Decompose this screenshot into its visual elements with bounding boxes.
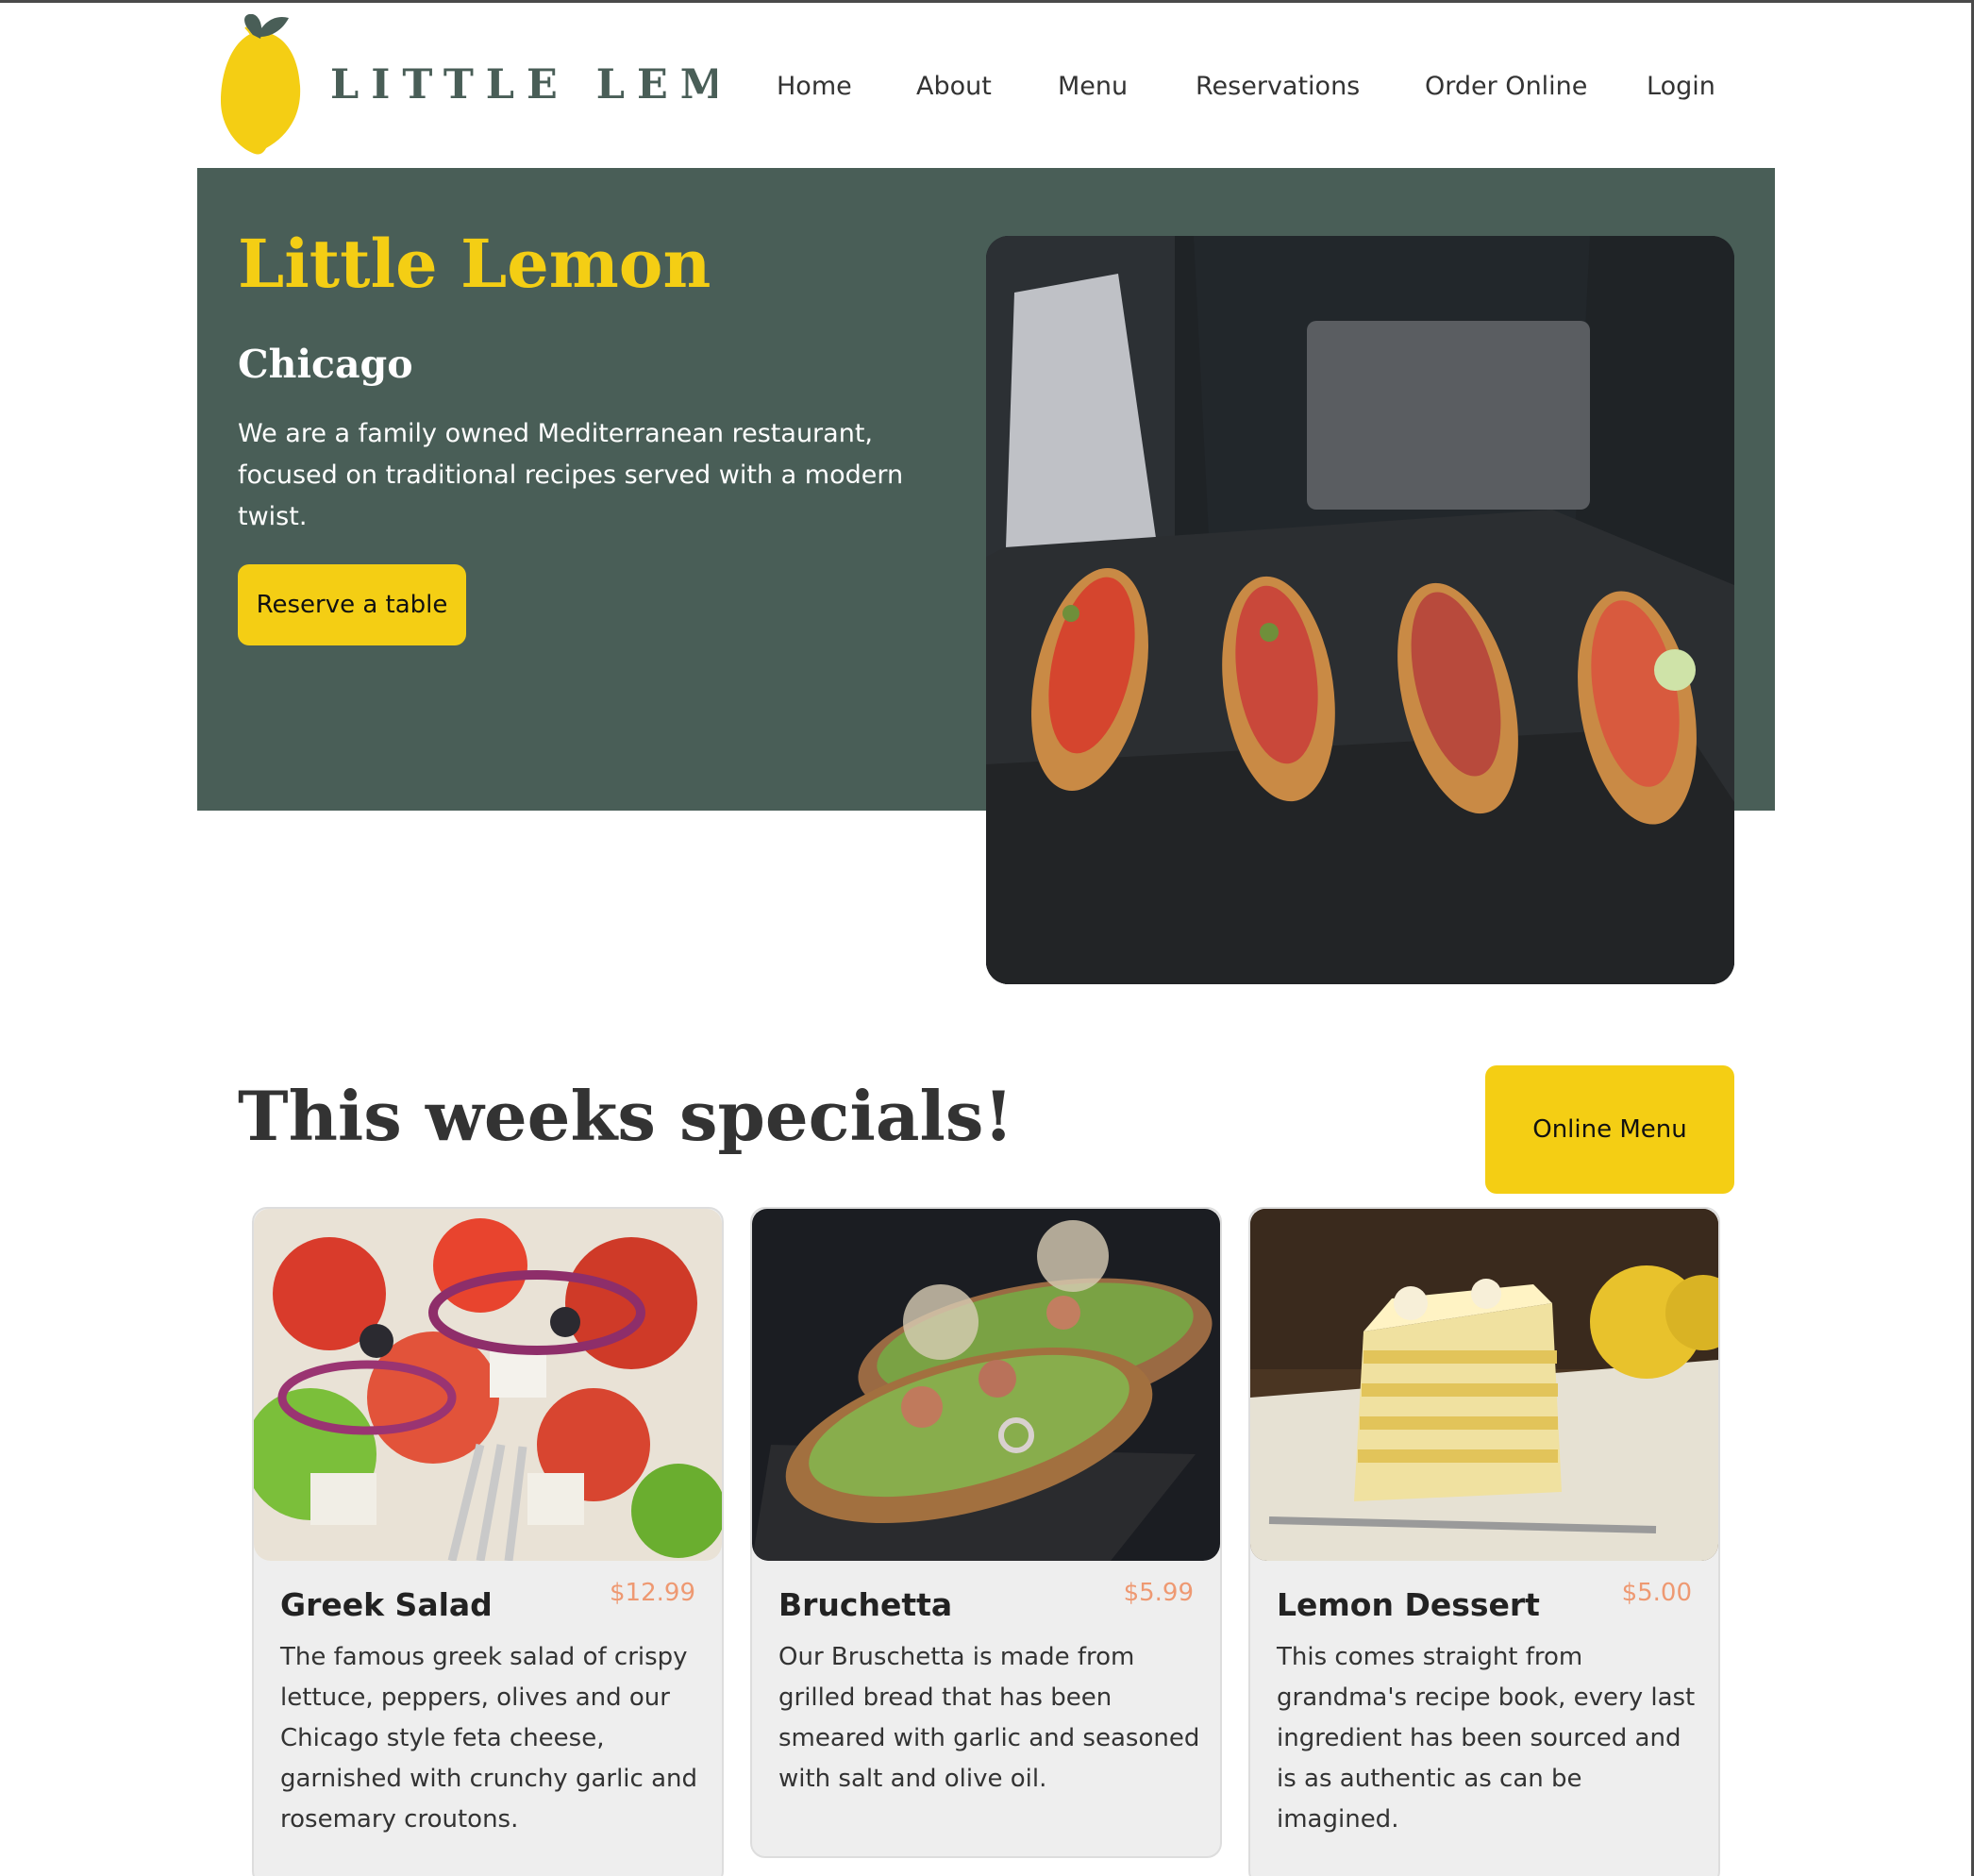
- nav-menu[interactable]: Menu: [1058, 64, 1128, 109]
- lemon-dessert-image: [1250, 1209, 1718, 1561]
- card-description: The famous greek salad of crispy lettuce…: [280, 1643, 697, 1834]
- nav-home[interactable]: Home: [777, 64, 852, 109]
- card-title: Bruchetta: [778, 1586, 953, 1623]
- nav-order-online[interactable]: Order Online: [1425, 64, 1587, 109]
- card-description: This comes straight from grandma's recip…: [1277, 1643, 1696, 1834]
- special-card-lemon-dessert[interactable]: Lemon Dessert $5.00 This comes straight …: [1248, 1207, 1720, 1876]
- card-price: $12.99: [610, 1579, 695, 1607]
- hero-description: We are a family owned Mediterranean rest…: [238, 419, 904, 531]
- nav-about[interactable]: About: [916, 64, 992, 109]
- bruschetta-tray-photo-icon: [986, 236, 1734, 984]
- online-menu-button[interactable]: Online Menu: [1485, 1065, 1734, 1194]
- window-top-border: [0, 0, 1974, 3]
- bruchetta-image: [752, 1209, 1220, 1561]
- hero-food-image: [986, 236, 1734, 984]
- hero-subtitle: Chicago: [238, 342, 413, 387]
- bruschetta-photo-icon: [752, 1209, 1220, 1561]
- card-price: $5.99: [1123, 1579, 1194, 1607]
- hero-title: Little Lemon: [238, 225, 711, 303]
- lemon-dessert-photo-icon: [1250, 1209, 1718, 1561]
- greek-salad-image: [254, 1209, 722, 1561]
- card-title: Lemon Dessert: [1277, 1586, 1540, 1623]
- card-title: Greek Salad: [280, 1586, 493, 1623]
- card-price: $5.00: [1621, 1579, 1692, 1607]
- special-card-bruchetta[interactable]: Bruchetta $5.99 Our Bruschetta is made f…: [750, 1207, 1222, 1858]
- nav-reservations[interactable]: Reservations: [1196, 64, 1360, 109]
- greek-salad-photo-icon: [254, 1209, 722, 1561]
- nav-login[interactable]: Login: [1647, 64, 1715, 109]
- main-nav: Home About Menu Reservations Order Onlin…: [0, 64, 1974, 109]
- card-description: Our Bruschetta is made from grilled brea…: [778, 1643, 1200, 1793]
- specials-title: This weeks specials!: [238, 1076, 1013, 1156]
- special-card-greek-salad[interactable]: Greek Salad $12.99 The famous greek sala…: [252, 1207, 724, 1876]
- reserve-table-button[interactable]: Reserve a table: [238, 564, 466, 645]
